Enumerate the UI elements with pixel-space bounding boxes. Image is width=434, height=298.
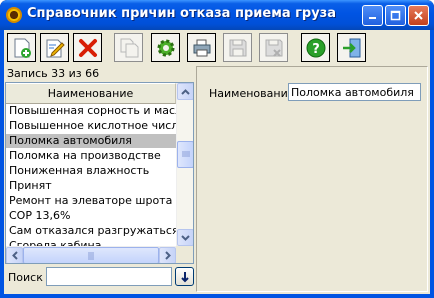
delete-record-button[interactable] — [73, 33, 102, 62]
record-counter: Запись 33 из 66 — [7, 67, 100, 80]
app-sunflower-icon[interactable] — [6, 7, 22, 23]
maximize-icon — [390, 10, 401, 21]
scroll-right-button[interactable] — [159, 247, 176, 263]
table-row[interactable]: Пониженная влажность — [6, 164, 176, 179]
client-area: ? Запись 33 из 66 Наименование Повышенна… — [4, 30, 430, 294]
svg-text:?: ? — [312, 42, 320, 57]
close-icon — [414, 11, 423, 20]
scroll-up-button[interactable] — [177, 83, 193, 100]
app-window: Справочник причин отказа приема груза ? … — [0, 0, 434, 298]
add-record-button[interactable] — [7, 33, 36, 62]
save-all-button[interactable] — [259, 33, 288, 62]
table-row[interactable]: СОР 13,6% — [6, 209, 176, 224]
help-question-icon: ? — [306, 38, 325, 57]
list-panel: Запись 33 из 66 Наименование Повышенная … — [5, 64, 195, 294]
printer-icon — [193, 39, 210, 56]
grip-icon — [88, 251, 93, 260]
scroll-left-button[interactable] — [6, 247, 23, 263]
chevron-down-icon — [181, 234, 190, 241]
horizontal-scrollbar[interactable] — [6, 246, 176, 263]
table-row[interactable]: Повышенная сорность и масличн — [6, 104, 176, 119]
detail-panel: Наименование Поломка автомобиля — [196, 66, 428, 292]
window-title: Справочник причин отказа приема груза — [27, 6, 337, 21]
vertical-scroll-thumb[interactable] — [177, 141, 193, 168]
edit-pencil-icon — [46, 39, 65, 57]
arrow-down-icon — [180, 271, 189, 282]
help-button[interactable]: ? — [301, 33, 330, 62]
edit-record-button[interactable] — [40, 33, 69, 62]
search-button[interactable] — [175, 267, 194, 286]
horizontal-scroll-thumb[interactable] — [23, 247, 159, 263]
copy-record-button[interactable] — [114, 33, 143, 62]
title-bar[interactable]: Справочник причин отказа приема груза — [0, 0, 434, 30]
exit-door-icon — [342, 38, 360, 57]
vertical-scrollbar[interactable] — [176, 83, 193, 246]
name-field-label: Наименование — [209, 87, 295, 100]
chevron-up-icon — [181, 88, 190, 95]
grid-rows: Повышенная сорность и масличнПовышенное … — [6, 104, 176, 254]
minimize-icon — [369, 17, 376, 19]
records-grid[interactable]: Наименование Повышенная сорность и масли… — [5, 82, 194, 264]
table-row[interactable]: Поломка на производстве — [6, 149, 176, 164]
maximize-button[interactable] — [385, 5, 406, 26]
print-button[interactable] — [187, 33, 216, 62]
table-row[interactable]: Повышенное кислотное число — [6, 119, 176, 134]
add-document-icon — [14, 38, 31, 58]
search-label: Поиск — [8, 271, 43, 284]
grip-icon — [181, 151, 190, 157]
floppy-disk-icon — [229, 39, 246, 56]
window-frame-bottom — [0, 294, 434, 298]
search-input[interactable] — [46, 267, 172, 286]
column-header-name[interactable]: Наименование — [6, 83, 176, 104]
name-field[interactable]: Поломка автомобиля — [288, 83, 421, 101]
table-row[interactable]: Сам отказался разгружаться. — [6, 224, 176, 239]
save-button[interactable] — [223, 33, 252, 62]
table-row[interactable]: Поломка автомобиля — [6, 134, 176, 149]
chevron-right-icon — [164, 251, 171, 260]
floppy-disk-multi-icon — [265, 39, 282, 57]
scroll-down-button[interactable] — [177, 229, 193, 246]
table-row[interactable]: Принят — [6, 179, 176, 194]
gear-icon — [157, 39, 174, 56]
chevron-left-icon — [11, 251, 18, 260]
exit-button[interactable] — [337, 33, 366, 62]
window-frame-right — [430, 30, 434, 298]
table-row[interactable]: Ремонт на элеваторе шрота — [6, 194, 176, 209]
scrollbar-corner — [176, 246, 193, 263]
settings-button[interactable] — [151, 33, 180, 62]
red-x-icon — [78, 38, 97, 57]
minimize-button[interactable] — [362, 5, 383, 26]
copy-icon — [120, 38, 138, 57]
close-button[interactable] — [408, 5, 429, 26]
toolbar: ? — [4, 30, 430, 64]
